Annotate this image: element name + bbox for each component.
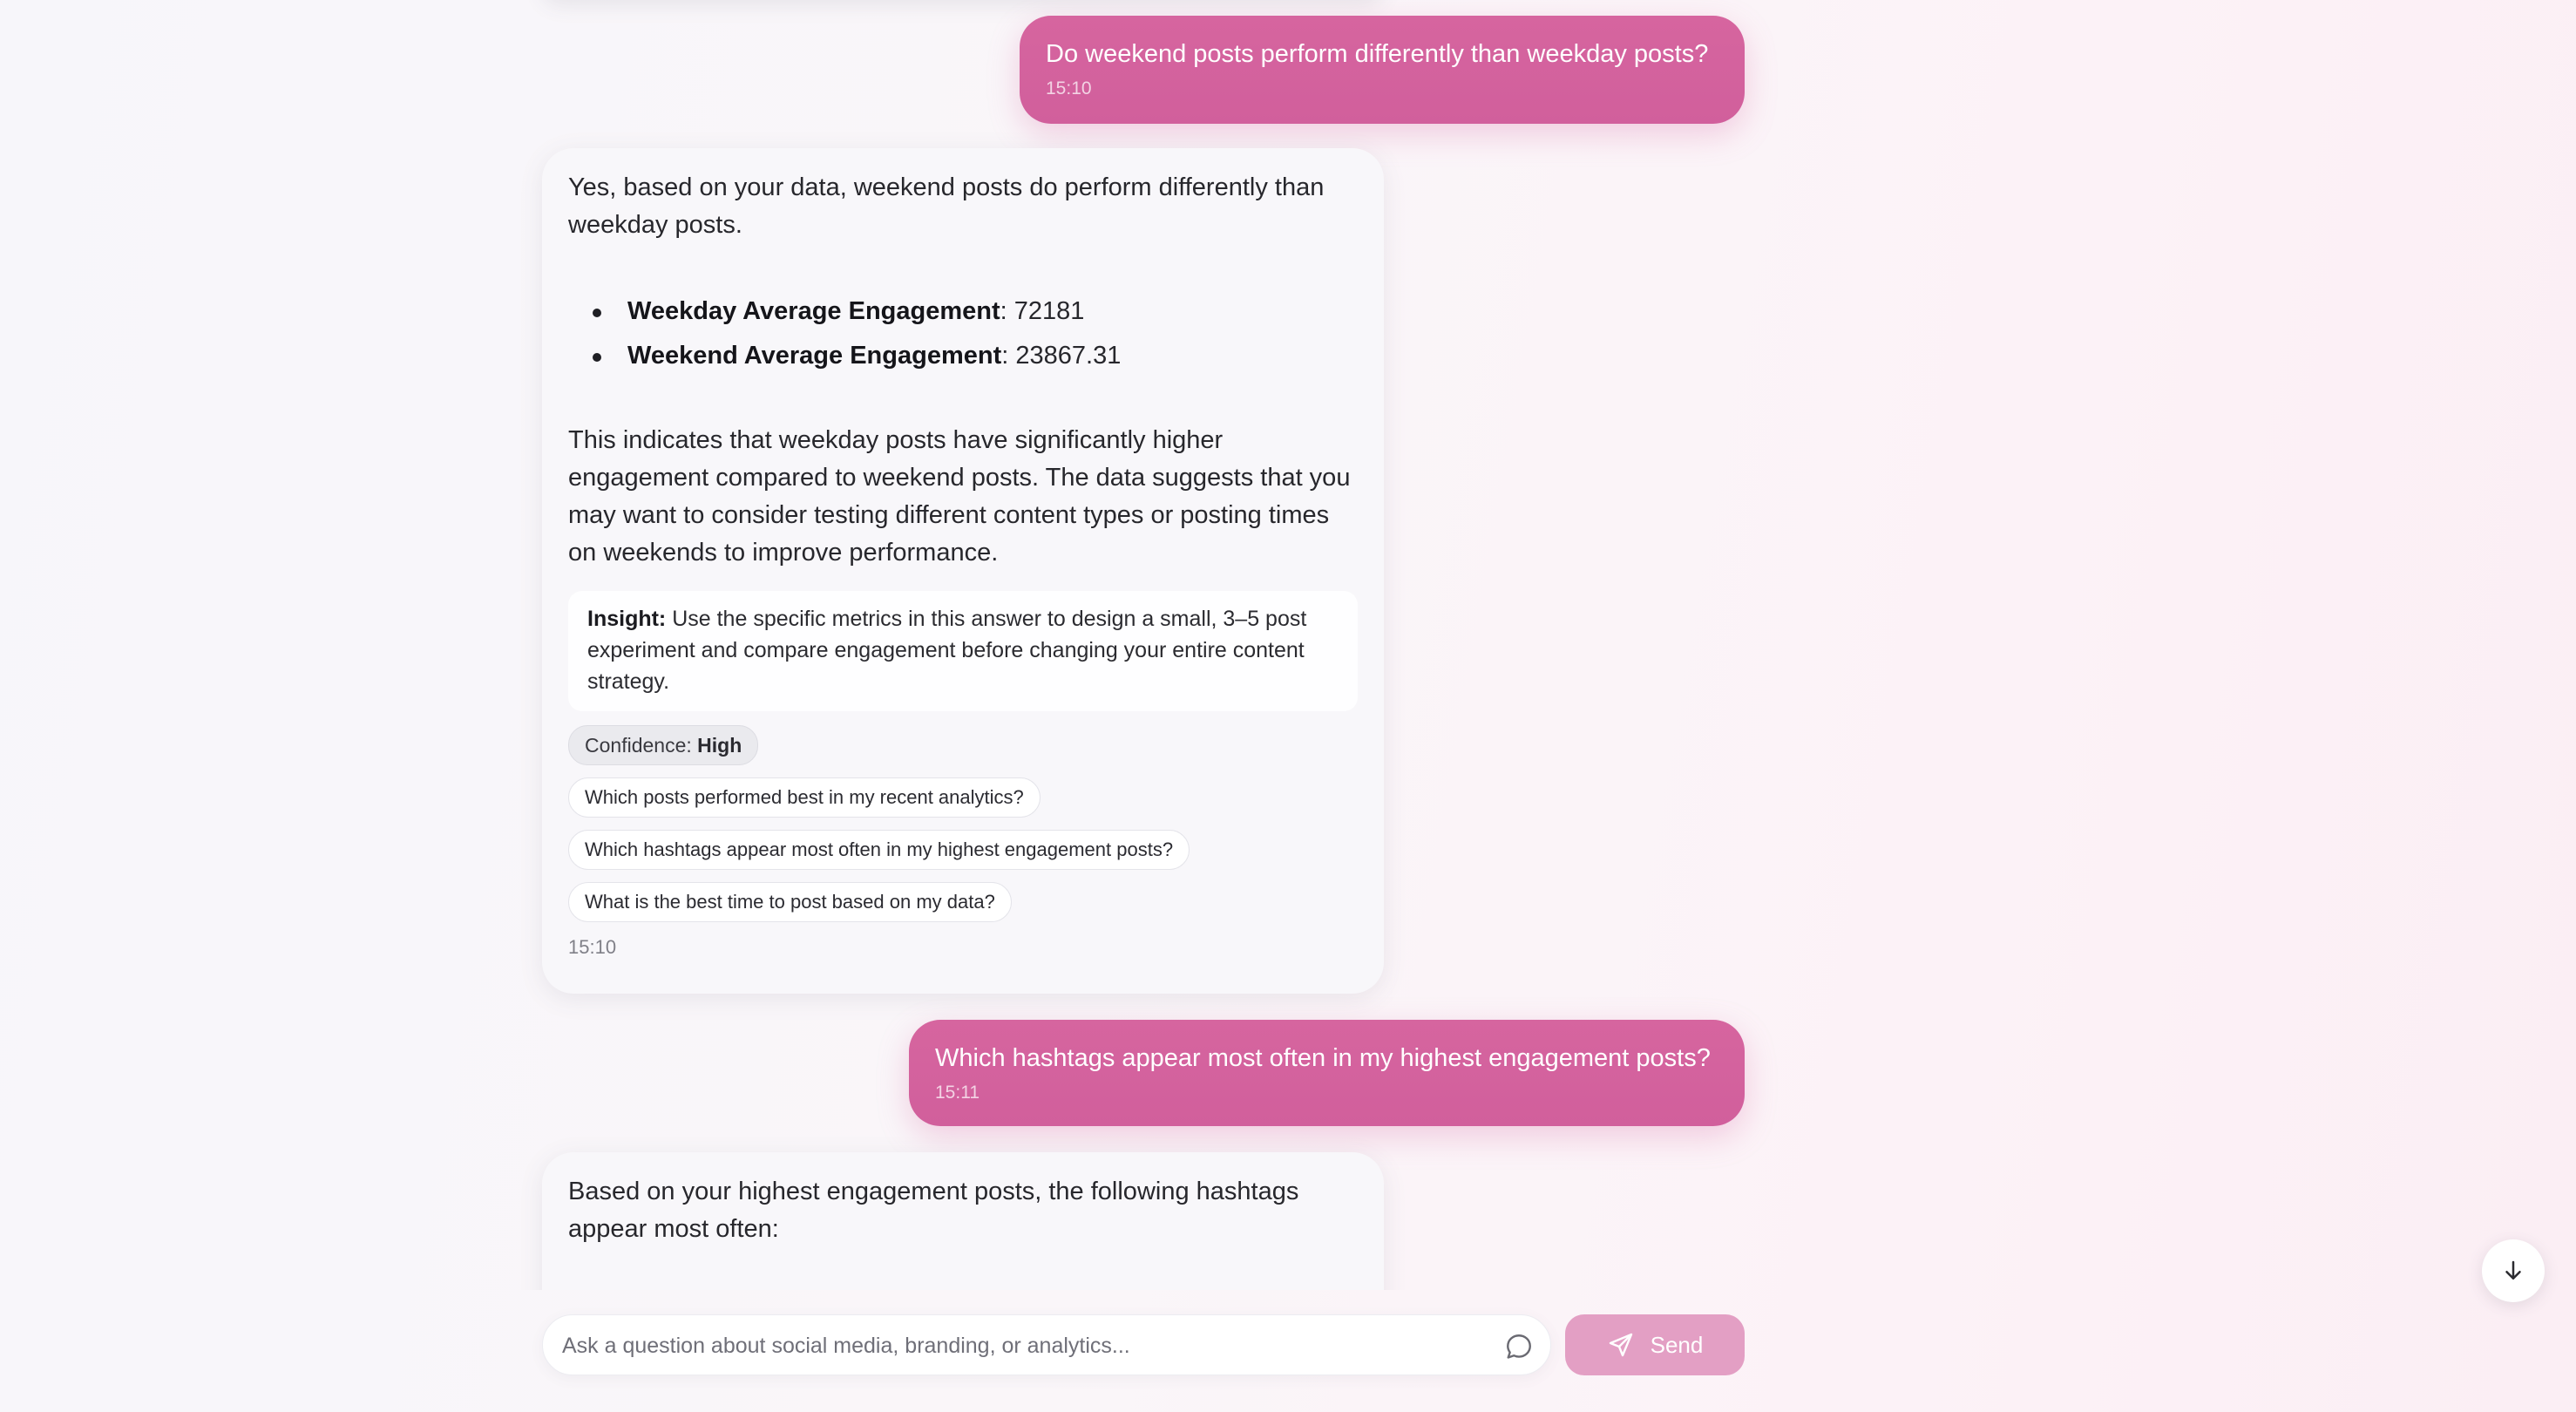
suggestion-chip[interactable]: Which hashtags appear most often in my h… [568,830,1190,870]
send-label: Send [1650,1331,1704,1358]
message-input[interactable] [560,1315,1470,1376]
paper-plane-icon [1609,1333,1632,1357]
arrow-down-icon [2505,1260,2521,1280]
metric-label: Weekend Average Engagement [627,342,1002,370]
suggestion-chip[interactable]: What is the best time to post based on m… [568,882,1012,922]
metric-value: : 23867.31 [1001,342,1122,370]
suggested-questions: Which posts performed best in my recent … [568,777,1358,922]
user-message-text: Which hashtags appear most often in my h… [935,1044,1711,1072]
insight-box: Insight: Use the specific metrics in thi… [568,591,1358,711]
user-message: Do weekend posts perform differently tha… [1020,16,1745,124]
user-message-time: 15:11 [935,1083,980,1103]
confidence-value: High [697,734,742,757]
message-composer [542,1314,1551,1376]
metrics-list: Weekday Average Engagement: 72181 Weeken… [568,289,1358,378]
chat-messages[interactable]: Do weekend posts perform differently tha… [0,0,2576,1290]
assistant-message: Based on your highest engagement posts, … [542,1152,1384,1290]
confidence-label: Confidence: [585,734,698,757]
insight-text: Use the specific metrics in this answer … [587,607,1307,694]
user-message-text: Do weekend posts perform differently tha… [1046,40,1709,68]
insight-label: Insight: [587,607,667,631]
suggestion-chip[interactable]: Which posts performed best in my recent … [568,777,1041,818]
assistant-message: Yes, based on your data, weekend posts d… [542,148,1384,994]
send-button[interactable]: Send [1565,1314,1745,1375]
confidence-badge: Confidence: High [568,725,759,765]
assistant-conclusion-text: This indicates that weekday posts have s… [568,426,1351,567]
metric-value: : 72181 [1000,297,1085,325]
metric-label: Weekday Average Engagement [627,297,1000,325]
list-item: Weekday Average Engagement: 72181 [593,289,1358,334]
chat-bubble-icon [1507,1334,1531,1359]
user-message: Which hashtags appear most often in my h… [909,1020,1745,1126]
assistant-intro-text: Yes, based on your data, weekend posts d… [568,173,1325,239]
user-message-time: 15:10 [1046,78,1092,98]
assistant-intro-text: Based on your highest engagement posts, … [568,1178,1299,1243]
list-item: Weekend Average Engagement: 23867.31 [593,334,1358,378]
scroll-to-bottom-button[interactable] [2482,1239,2545,1302]
assistant-message-time: 15:10 [568,936,617,958]
